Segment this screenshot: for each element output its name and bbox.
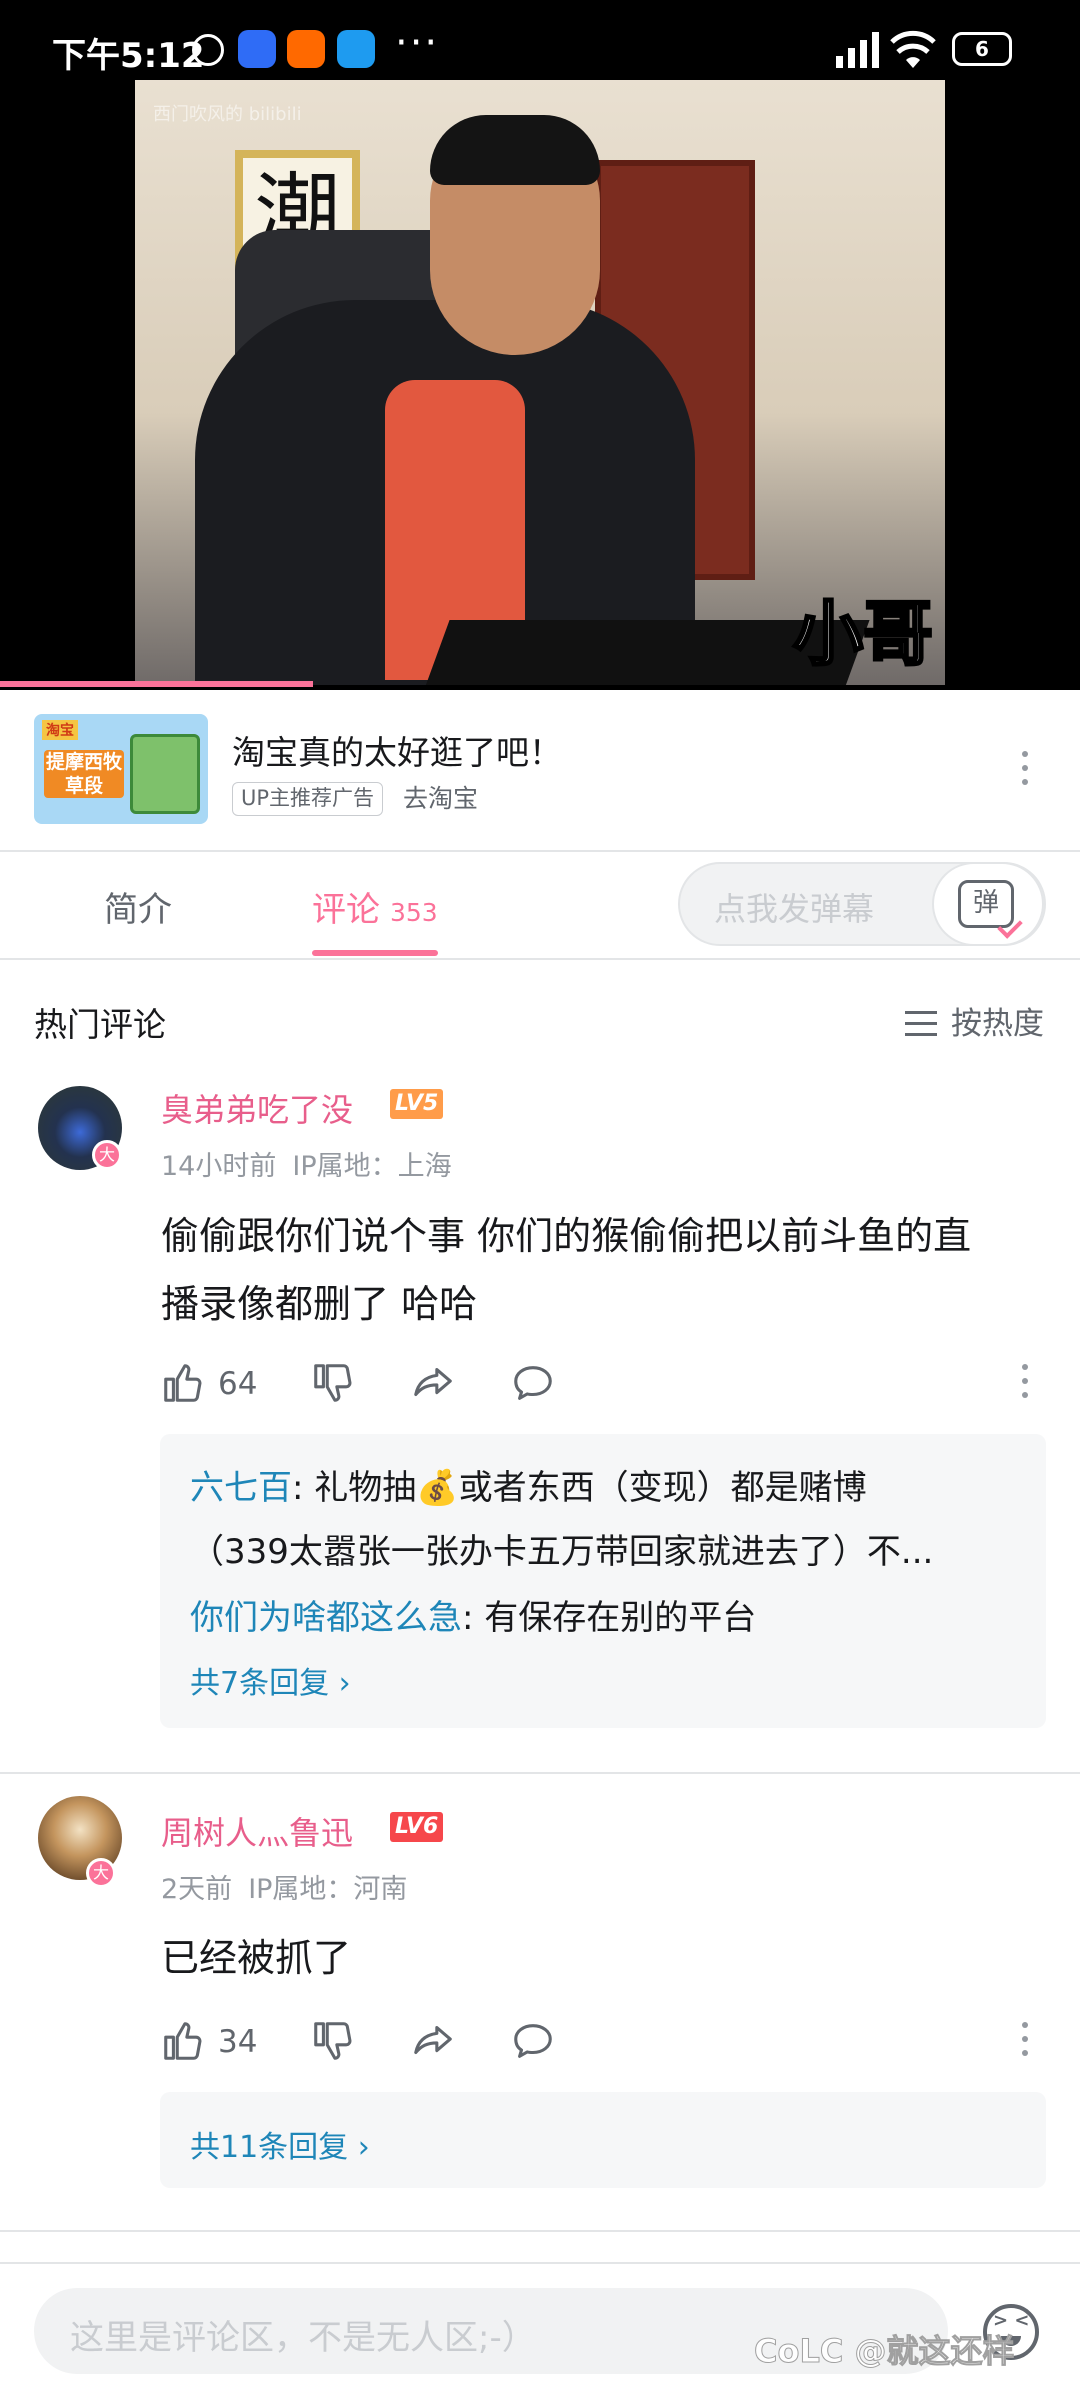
danmaku-input[interactable]: 点我发弹幕 弹 (678, 862, 1046, 946)
level-badge: LV5 (390, 1089, 444, 1119)
share-button[interactable] (410, 1360, 460, 1410)
divider (0, 1772, 1080, 1774)
tab-comments-count: 353 (390, 898, 438, 927)
reply-preview-line[interactable]: 六七百: 礼物抽💰或者东西（变现）都是赌博 (190, 1460, 867, 1509)
reply-username[interactable]: 你们为啥都这么急 (190, 1598, 462, 1638)
reply-button[interactable] (510, 2018, 560, 2068)
comment-meta: 2天前 IP属地：河南 (161, 1867, 407, 1906)
comment-meta: 14小时前 IP属地：上海 (161, 1144, 452, 1183)
reply-preview-box[interactable]: 六七百: 礼物抽💰或者东西（变现）都是赌博 （339太嚣张一张办卡五万带回家就进… (160, 1434, 1046, 1728)
tab-comments[interactable]: 评论 353 (312, 882, 438, 931)
tab-comments-label: 评论 (312, 890, 380, 930)
comment-username[interactable]: 周树人灬鲁迅 (161, 1808, 353, 1854)
comment-username[interactable]: 臭弟弟吃了没 (161, 1085, 353, 1131)
reply-preview-box[interactable]: 共11条回复 › (160, 2092, 1046, 2188)
reply-button[interactable] (510, 1360, 560, 1410)
like-count: 34 (218, 2024, 258, 2060)
more-notifications-icon: ··· (395, 20, 440, 66)
ad-badge: UP主推荐广告 (232, 782, 384, 816)
reply-text: : 有保存在别的平台 (462, 1598, 757, 1638)
level-badge: LV6 (390, 1812, 444, 1842)
comment-text: 已经被抓了 (161, 1924, 351, 1992)
mi-notify-icon (287, 30, 325, 68)
ad-thumb-tag: 淘宝 (42, 720, 78, 740)
reply-text: : 礼物抽💰或者东西（变现）都是赌博 (292, 1468, 867, 1508)
comment-icon (514, 2024, 552, 2058)
thumbs-down-icon (314, 2022, 352, 2060)
danmaku-icon: 弹 (958, 880, 1014, 928)
comment-actions: 34 (160, 2018, 1080, 2068)
status-bar: 下午5:12 ··· 6 (0, 0, 1080, 100)
sort-label: 按热度 (951, 1006, 1044, 1042)
video-caption: 小哥 (792, 592, 935, 677)
thumbs-up-icon (164, 2022, 202, 2060)
ad-thumb-text: 提摩西牧草段 (44, 750, 124, 798)
app-notify-icon (238, 30, 276, 68)
comment-text-line: 已经被抓了 (161, 1936, 352, 1980)
danmaku-placeholder: 点我发弹幕 (714, 890, 875, 928)
comment-more-icon[interactable] (1010, 1358, 1040, 1408)
share-icon (414, 2026, 452, 2055)
hot-comments-title: 热门评论 (34, 1005, 166, 1044)
message-notify-icon (337, 30, 375, 68)
signal-icon (836, 32, 879, 68)
ad-thumbnail[interactable]: 淘宝 提摩西牧草段 (34, 714, 208, 824)
video-watermark: 西门吹风的 bilibili (153, 104, 302, 125)
ad-thumb-product (130, 734, 200, 814)
comment-text: 偷偷跟你们说个事 你们的猴偷偷把以前斗鱼的直 播录像都删了 哈哈 (161, 1202, 971, 1338)
comment-input-placeholder: 这里是评论区，不是无人区;-） (70, 2318, 536, 2358)
video-frame[interactable]: 潮 西门吹风的 bilibili 小哥 (135, 80, 945, 685)
share-button[interactable] (410, 2018, 460, 2068)
ad-title[interactable]: 淘宝真的太好逛了吧！ (232, 726, 562, 774)
share-icon (414, 1368, 452, 1397)
divider (0, 2230, 1080, 2232)
comment-time: 14小时前 (161, 1151, 277, 1182)
tab-bar: 简介 评论 353 点我发弹幕 弹 (0, 852, 1080, 958)
reply-text: （339太嚣张一张办卡五万带回家就进去了）不... (190, 1532, 934, 1572)
sort-button[interactable]: 按热度 (905, 998, 1044, 1043)
comment-icon (514, 1366, 552, 1400)
alarm-icon (192, 34, 224, 66)
battery-icon: 6 (952, 32, 1012, 66)
comment-text-line: 播录像都删了 哈哈 (161, 1282, 478, 1326)
danmaku-toggle-button[interactable]: 弹 (932, 862, 1044, 946)
avatar-vip-badge: 大 (92, 1140, 122, 1170)
thumbs-down-icon (314, 1364, 352, 1402)
like-count: 64 (218, 1366, 258, 1402)
avatar-vip-badge: 大 (86, 1858, 116, 1888)
reply-preview-line[interactable]: 你们为啥都这么急: 有保存在别的平台 (190, 1590, 756, 1639)
like-button[interactable]: 34 (160, 2018, 270, 2068)
video-hair (430, 115, 600, 185)
view-replies-link[interactable]: 共11条回复 › (190, 2122, 370, 2166)
dislike-button[interactable] (310, 2018, 360, 2068)
wifi-icon (890, 30, 936, 68)
divider (0, 958, 1080, 960)
comment-time: 2天前 (161, 1874, 233, 1905)
corner-watermark: CoLC @就这还样 (754, 2332, 1015, 2371)
dislike-button[interactable] (310, 1360, 360, 1410)
video-player[interactable]: 潮 西门吹风的 bilibili 小哥 下午5:12 ··· 6 (0, 0, 1080, 690)
view-replies-link[interactable]: 共7条回复 › (190, 1658, 351, 1702)
status-time: 下午5:12 (52, 36, 205, 76)
thumbs-up-icon (164, 1364, 202, 1402)
video-progress[interactable] (0, 681, 314, 687)
comment-ip: IP属地：河南 (248, 1874, 408, 1905)
comment-text-line: 偷偷跟你们说个事 你们的猴偷偷把以前斗鱼的直 (161, 1214, 972, 1258)
reply-username[interactable]: 六七百 (190, 1468, 292, 1508)
sort-icon (905, 1011, 937, 1037)
ad-more-icon[interactable] (1010, 745, 1040, 795)
comment-ip: IP属地：上海 (292, 1151, 452, 1182)
ad-link[interactable]: 去淘宝 (403, 782, 478, 816)
like-button[interactable]: 64 (160, 1360, 270, 1410)
comment-actions: 64 (160, 1360, 1080, 1410)
reply-preview-line[interactable]: （339太嚣张一张办卡五万带回家就进去了）不... (190, 1524, 933, 1573)
comment-more-icon[interactable] (1010, 2016, 1040, 2066)
tab-intro-label: 简介 (104, 890, 172, 930)
ad-banner[interactable]: 淘宝 提摩西牧草段 淘宝真的太好逛了吧！ UP主推荐广告 去淘宝 (0, 690, 1080, 850)
tab-active-indicator (312, 950, 438, 956)
tab-intro[interactable]: 简介 (104, 882, 172, 931)
